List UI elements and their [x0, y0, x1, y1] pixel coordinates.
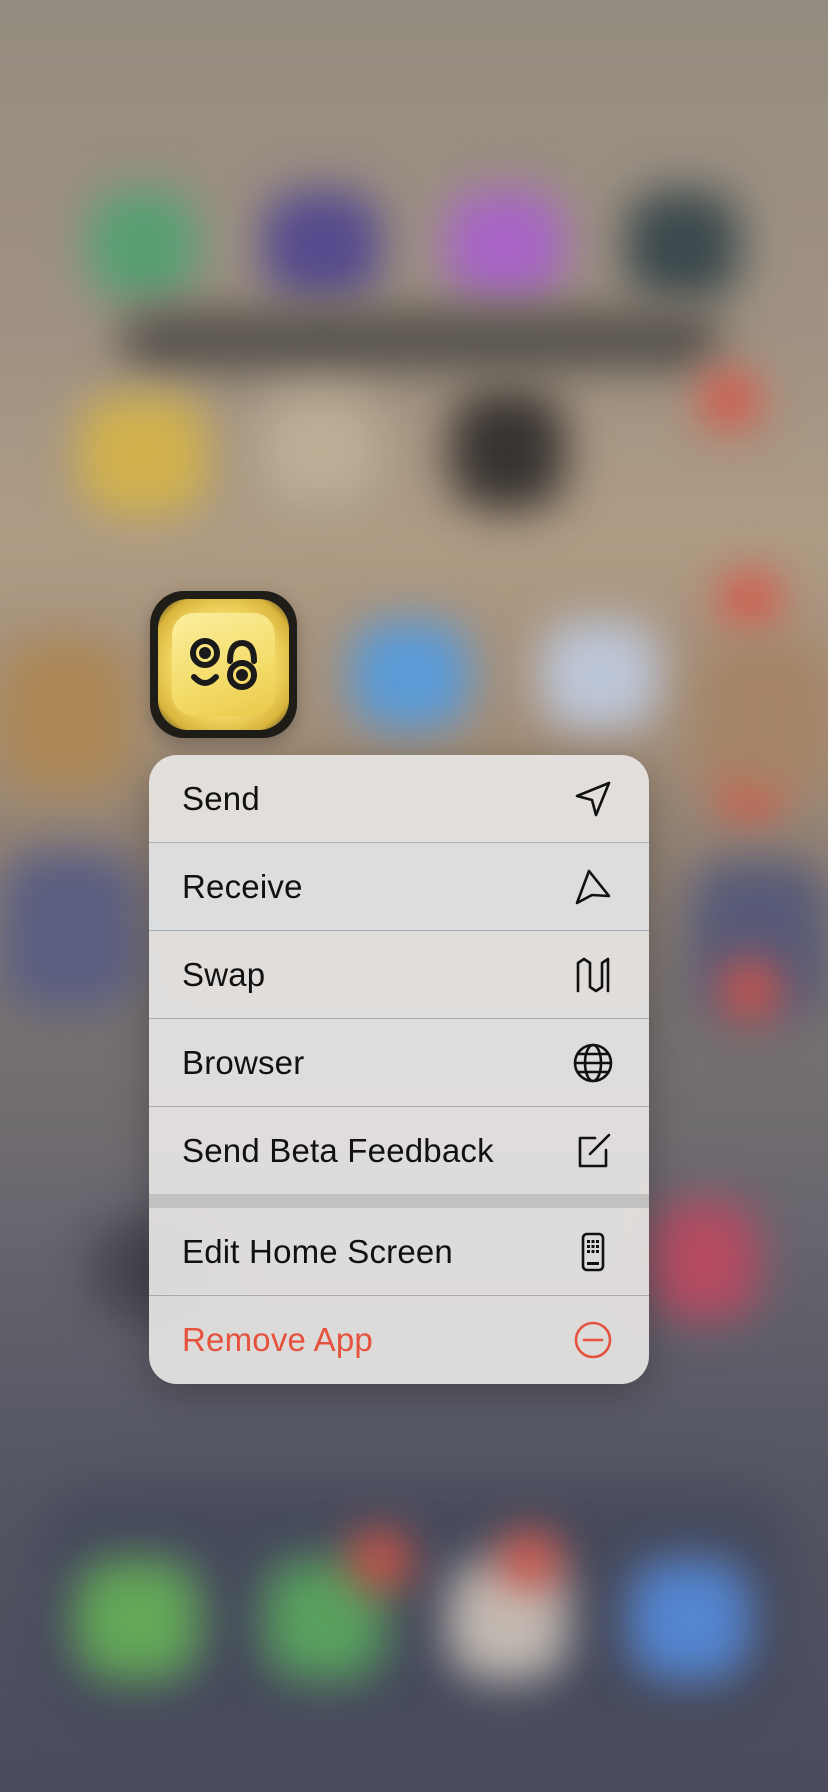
menu-item-swap[interactable]: Swap: [149, 931, 649, 1019]
menu-app-actions: Send Receive Swap Browser Send Beta Feed…: [149, 755, 649, 1194]
wallet-app-icon[interactable]: [150, 591, 297, 738]
swap-icon: [571, 953, 615, 997]
receive-arrow-icon: [571, 865, 615, 909]
menu-item-label: Receive: [182, 867, 303, 905]
menu-item-label: Browser: [182, 1043, 305, 1081]
menu-item-send-beta-feedback[interactable]: Send Beta Feedback: [149, 1107, 649, 1194]
menu-item-edit-home-screen[interactable]: Edit Home Screen: [149, 1208, 649, 1296]
menu-item-label: Send: [182, 779, 260, 817]
menu-item-send[interactable]: Send: [149, 755, 649, 843]
icon-face: [172, 613, 275, 716]
menu-item-browser[interactable]: Browser: [149, 1019, 649, 1107]
context-menu: Send Receive Swap Browser Send Beta Feed…: [149, 755, 649, 1384]
compose-icon: [571, 1129, 615, 1173]
globe-icon: [571, 1041, 615, 1085]
send-arrow-icon: [571, 777, 615, 821]
menu-item-remove-app[interactable]: Remove App: [149, 1296, 649, 1383]
menu-item-label: Swap: [182, 955, 266, 993]
menu-system-actions: Edit Home Screen Remove App: [149, 1208, 649, 1383]
app-glyph-icon: [190, 638, 257, 690]
phone-grid-icon: [571, 1230, 615, 1274]
menu-item-label: Remove App: [182, 1320, 373, 1358]
menu-group-separator: [149, 1194, 649, 1208]
minus-circle-icon: [571, 1318, 615, 1362]
menu-item-receive[interactable]: Receive: [149, 843, 649, 931]
menu-item-label: Send Beta Feedback: [182, 1131, 494, 1169]
menu-item-label: Edit Home Screen: [182, 1232, 453, 1270]
